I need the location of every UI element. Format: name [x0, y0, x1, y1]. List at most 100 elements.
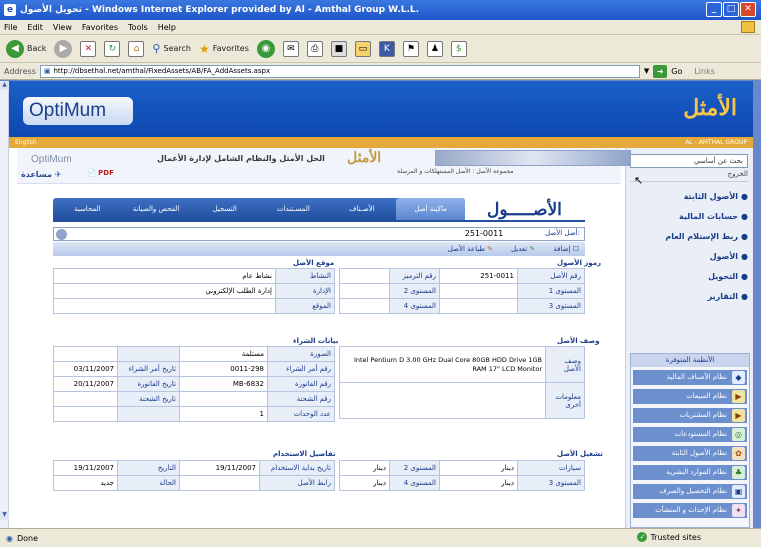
close-button[interactable]: ✕ — [740, 2, 756, 17]
browser-toolbar: ◀ Back ▶ ✕ ↻ ⌂ ⚲ Search ★ Favorites ◉ ✉ ⎙ ■… — [0, 35, 761, 63]
edit-icon: ✎ — [529, 245, 536, 253]
system-item[interactable]: نظام المشتريات ▶ — [633, 408, 747, 423]
asset-selector: أصل الأصل: 251-0011 — [53, 227, 585, 241]
scroll-down-icon[interactable]: ▼ — [0, 511, 9, 520]
k-icon[interactable]: K — [378, 40, 395, 57]
location-table: نشاط عام النشاط إدارة الطلب الإلكتروني الإ… — [53, 268, 335, 314]
table-row: 20/11/2007 تاريخ الفاتورة MB-6832 رقم الفات… — [53, 376, 335, 392]
print-icon[interactable]: ⎙ — [306, 40, 323, 57]
lookup-icon[interactable] — [56, 229, 67, 240]
table-row: إدارة الطلب الإلكتروني الإدارة — [53, 283, 335, 299]
scroll-up-icon[interactable]: ▲ — [0, 81, 9, 90]
minimize-button[interactable]: _ — [706, 2, 722, 17]
description-text[interactable]: Intel Pentium D 3.00 GHz Dual Core 80GB … — [339, 346, 546, 383]
table-row: Intel Pentium D 3.00 GHz Dual Core 80GB … — [339, 346, 585, 383]
pencil-icon: ✎ — [487, 245, 493, 253]
table-row: المستوى 4 المستوى 3 — [339, 298, 585, 314]
operation-heading: تشغيل الأصل — [557, 450, 603, 458]
menu-view[interactable]: View — [53, 23, 72, 32]
content-header: OptiMum الحل الأمثل والنظام الشامل لإدار… — [17, 148, 631, 184]
maximize-button[interactable]: □ — [723, 2, 739, 17]
print-asset-button[interactable]: طباعة الأصل ✎ — [448, 245, 493, 253]
edit-button[interactable]: تعديل ✎ — [511, 245, 535, 253]
tab-bar: المحاسبة الفحص والصيانة التسجيل المسـتند… — [53, 198, 466, 220]
table-row: 19/11/2007 التاريخ 19/11/2007 تاريخ بداية ا… — [53, 460, 335, 476]
nav-transfer[interactable]: التحويل ● — [630, 272, 748, 290]
system-item[interactable]: نظام المستودعات ◎ — [633, 427, 747, 442]
research-icon[interactable]: ⚑ — [402, 40, 419, 57]
refresh-icon[interactable]: ↻ — [104, 40, 121, 57]
site-banner: OptiMum الأمثل — [9, 81, 753, 137]
menu-edit[interactable]: Edit — [27, 23, 43, 32]
collection-icon: ▣ — [732, 485, 745, 498]
nav-link-receipt[interactable]: ربط الإستلام العام ● — [630, 232, 748, 250]
asset-number-input[interactable]: 251-0011 — [459, 228, 509, 240]
pdf-button[interactable]: 📄 PDF — [87, 169, 114, 177]
table-row: مستلمة الصورة — [53, 346, 335, 362]
operation-table: دينار المستوى 2 دينار سيارات دينار المستوى 4… — [339, 460, 585, 491]
tab-maintenance[interactable]: الفحص والصيانة — [122, 198, 191, 220]
menu-tools[interactable]: Tools — [128, 23, 148, 32]
tab-accounting[interactable]: المحاسبة — [53, 198, 122, 220]
search-button[interactable]: ⚲ Search — [152, 42, 191, 55]
media-icon[interactable]: ◉ — [256, 39, 275, 58]
system-item[interactable]: نظام الأصول الثابتة ✿ — [633, 446, 747, 461]
edit-icon[interactable]: ■ — [330, 40, 347, 57]
systems-panel: الأنظمة المتوفرة نظام الأصناف المالية ◆ ن… — [630, 353, 750, 528]
location-heading: موقع الأصل — [293, 259, 335, 267]
bullet-icon: ● — [741, 272, 748, 281]
forward-button[interactable]: ▶ — [54, 39, 73, 58]
menu-file[interactable]: File — [4, 23, 17, 32]
nav-fixed-assets[interactable]: الأصول الثابتة ● — [630, 192, 748, 210]
system-item[interactable]: نظام المبيعات ▶ — [633, 389, 747, 404]
tab-registration[interactable]: التسجيل — [190, 198, 259, 220]
stop-icon[interactable]: ✕ — [80, 40, 97, 57]
go-arrow-icon[interactable]: ➜ — [653, 64, 668, 78]
system-item[interactable]: نظام الإحداث و المنشآت ✦ — [633, 503, 747, 518]
status-text: Done — [16, 533, 39, 543]
back-button[interactable]: ◀ Back — [6, 39, 46, 58]
tab-asset-card[interactable]: ماكينة أصل — [396, 198, 466, 220]
asset-label: أصل الأصل: — [545, 229, 580, 237]
system-item[interactable]: نظام الموارد البشرية ♣ — [633, 465, 747, 480]
links-button[interactable]: Links — [694, 67, 715, 76]
window-titlebar: e تحويل الأصول - Windows Internet Explor… — [0, 0, 761, 20]
folder-icon[interactable]: ▭ — [354, 40, 371, 57]
language-bar: English AL - AMTHAL GROUP — [9, 137, 753, 148]
nav-assets[interactable]: الأصول ● — [630, 252, 748, 270]
system-item[interactable]: نظام التحصيل والصرف ▣ — [633, 484, 747, 499]
favorites-button[interactable]: ★ Favorites — [199, 42, 249, 56]
page-done-icon: ◉ — [6, 533, 13, 543]
page-icon: ▣ — [43, 67, 51, 75]
add-button[interactable]: إضافة ☐ — [553, 245, 579, 253]
tab-items[interactable]: الأصـناف — [328, 198, 397, 220]
table-row: معلومات أخرى — [339, 382, 585, 419]
system-item[interactable]: نظام الأصناف المالية ◆ — [633, 370, 747, 385]
english-link[interactable]: English — [15, 139, 37, 146]
menu-help[interactable]: Help — [158, 23, 176, 32]
address-input[interactable]: ▣ http://dbsethal.net/amthal/FixedAssets… — [39, 64, 640, 78]
pdf-icon: 📄 — [87, 169, 96, 177]
help-button[interactable]: مساعدة ✈ — [21, 170, 61, 179]
security-zone: ✓ Trusted sites — [637, 532, 701, 542]
sidebar-search-input[interactable]: بحث عن أساسي — [630, 154, 748, 168]
description-heading: وصف الأصل — [557, 337, 600, 345]
home-icon[interactable]: ⌂ — [128, 40, 145, 57]
go-button[interactable]: Go — [671, 67, 682, 76]
menu-favorites[interactable]: Favorites — [82, 23, 118, 32]
mail-icon[interactable]: ✉ — [282, 40, 299, 57]
section-title: الأصـــــول — [487, 200, 562, 220]
left-scrollbar[interactable]: ▲ ▼ — [0, 81, 9, 528]
tools-icon[interactable]: $ — [450, 40, 467, 57]
tab-documents[interactable]: المسـتندات — [259, 198, 328, 220]
table-row: دينار المستوى 4 دينار المستوى 3 — [339, 475, 585, 491]
address-dropdown-icon[interactable]: ▼ — [644, 67, 649, 75]
logout-link[interactable]: الخروج — [630, 170, 748, 182]
breadcrumb: مجموعة الأصل : الأصل المستهلكات و المرسل… — [397, 168, 514, 175]
zone-label: Trusted sites — [650, 532, 701, 542]
address-label: Address — [4, 66, 36, 76]
bullet-icon: ● — [741, 292, 748, 301]
nav-accounts[interactable]: حسابات المالية ● — [630, 212, 748, 230]
messenger-icon[interactable]: ♟ — [426, 40, 443, 57]
nav-reports[interactable]: التقارير ● — [630, 292, 748, 310]
